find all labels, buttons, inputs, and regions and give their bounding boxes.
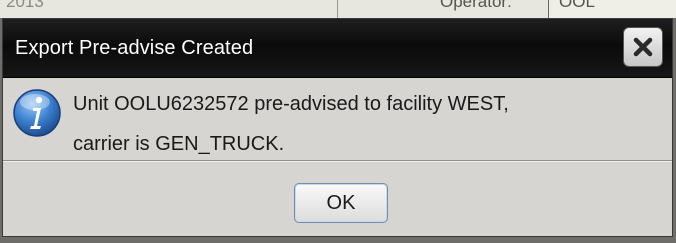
- message-line-2: carrier is GEN_TRUCK.: [73, 133, 285, 155]
- background-operator-field: OOL: [548, 0, 676, 18]
- dialog-titlebar: Export Pre-advise Created: [3, 19, 672, 78]
- button-area-divider: [3, 161, 672, 162]
- export-preadvise-dialog: Export Pre-advise Created Unit OOLU62325…: [2, 18, 673, 237]
- message-line-1: Unit OOLU6232572 pre-advised to facility…: [73, 93, 509, 115]
- background-app-strip: 2013 Operator: OOL: [0, 0, 676, 18]
- background-operator-label: Operator:: [440, 0, 512, 11]
- info-icon: [13, 89, 61, 137]
- close-button[interactable]: [623, 27, 663, 67]
- background-left-field: 2013: [0, 0, 338, 18]
- close-x-icon: [633, 37, 653, 57]
- ok-button[interactable]: OK: [294, 183, 388, 223]
- message-area: Unit OOLU6232572 pre-advised to facility…: [3, 77, 672, 161]
- dialog-title: Export Pre-advise Created: [15, 37, 254, 59]
